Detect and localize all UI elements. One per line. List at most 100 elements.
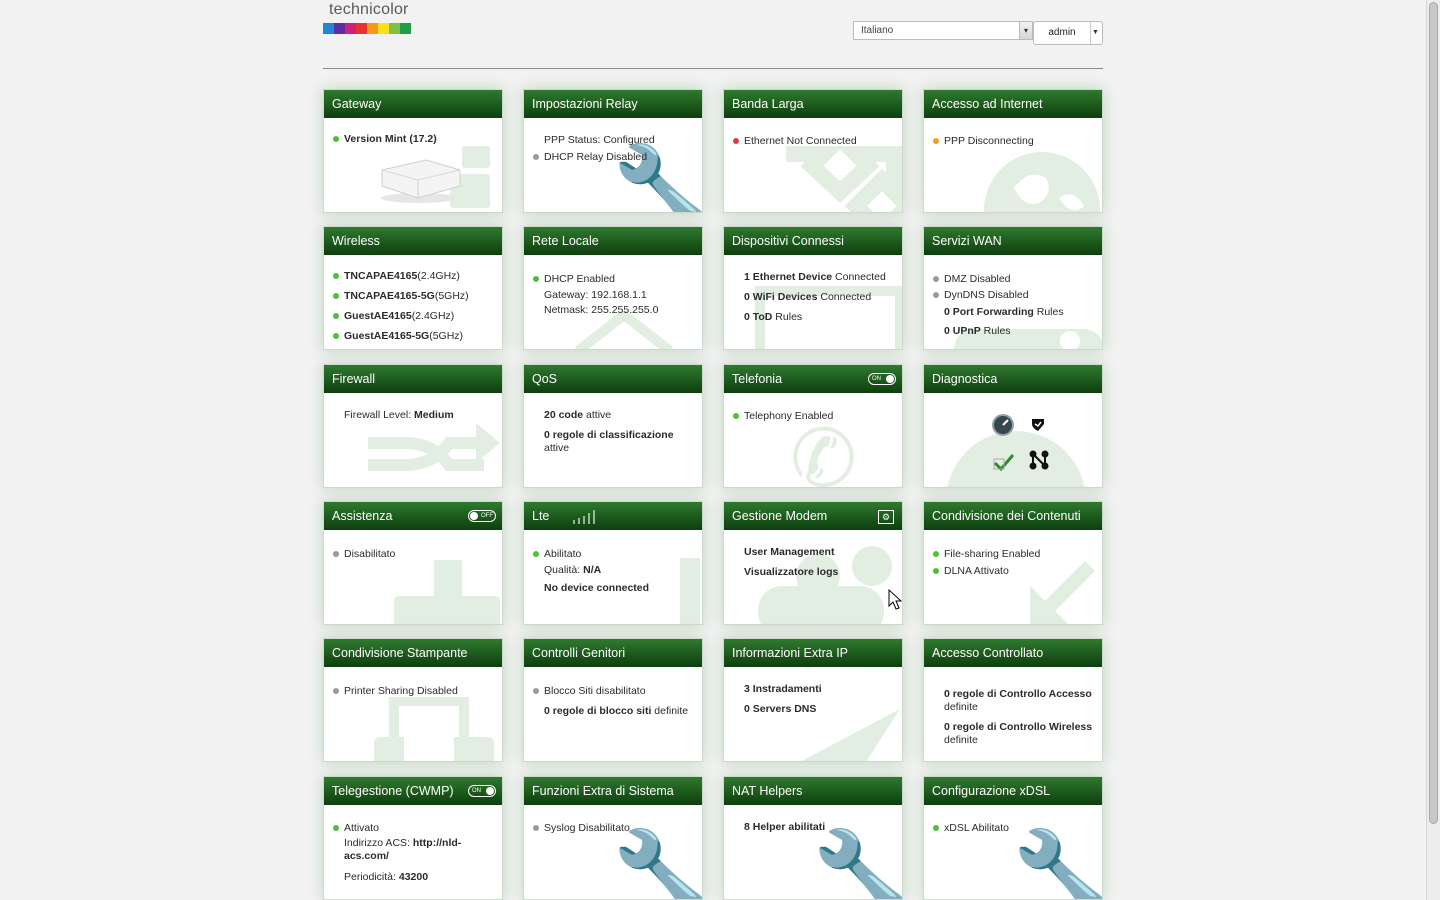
cwmp-periodicity: Periodicità: 43200	[344, 871, 429, 883]
settings-icon[interactable]: ⚙	[878, 510, 894, 524]
card-title[interactable]: Configurazione xDSL	[924, 777, 1102, 805]
telephony-status: Telephony Enabled	[732, 410, 834, 422]
port-forwarding-rules: 0 Port Forwarding Rules	[944, 306, 1064, 318]
card-gateway[interactable]: Gateway Version Mint (17.2)	[323, 89, 503, 213]
card-xdsl-config[interactable]: Configurazione xDSL 🔧 xDSL Abilitato	[923, 776, 1103, 900]
cwmp-toggle[interactable]: ON	[468, 785, 496, 797]
site-blocking-status: Blocco Siti disabilitato	[533, 685, 646, 697]
card-qos[interactable]: QoS 20 code attive 0 regole di classific…	[523, 364, 703, 488]
card-extra-ip-info[interactable]: Informazioni Extra IP 3 Instradamenti 0 …	[723, 638, 903, 762]
card-title[interactable]: Condivisione dei Contenuti	[924, 502, 1102, 530]
logo-text: technicolor	[329, 1, 409, 18]
router-image	[374, 156, 464, 209]
wireless-network-3: GuestAE4165(2.4GHz)	[332, 310, 455, 322]
card-title[interactable]: Gateway	[324, 90, 502, 118]
log-viewer-link[interactable]: Visualizzatore logs	[744, 566, 838, 578]
tod-rules: 0 ToD Rules	[744, 311, 803, 323]
arrows-watermark-icon	[784, 146, 902, 212]
user-menu-button[interactable]: admin ▼	[1033, 21, 1103, 45]
globe-watermark-icon	[984, 148, 1102, 212]
card-title[interactable]: Funzioni Extra di Sistema	[524, 777, 702, 805]
internet-status: PPP Disconnecting	[933, 135, 1034, 147]
card-cwmp[interactable]: Telegestione (CWMP) ON Attivato Indirizz…	[323, 776, 503, 900]
telephony-toggle[interactable]: ON	[868, 373, 896, 385]
card-local-network[interactable]: Rete Locale DHCP Enabled Gateway: 192.16…	[523, 226, 703, 350]
card-internet-access[interactable]: Accesso ad Internet PPP Disconnecting	[923, 89, 1103, 213]
card-title[interactable]: Diagnostica	[924, 365, 1102, 393]
card-lte[interactable]: Lte Abilitato Qualità: N/A No device con…	[523, 501, 703, 625]
card-title[interactable]: Impostazioni Relay	[524, 90, 702, 118]
mouse-cursor-icon	[888, 588, 903, 616]
syslog-status: Syslog Disabilitato	[533, 822, 630, 834]
file-sharing-status: File-sharing Enabled	[932, 548, 1041, 560]
qos-classification-active: attive	[544, 442, 570, 454]
card-title[interactable]: Dispositivi Connessi	[724, 227, 902, 255]
printer-sharing-status: Printer Sharing Disabled	[333, 685, 458, 697]
dyndns-status: DynDNS Disabled	[933, 289, 1029, 301]
access-control-rules: 0 regole di Controllo Accesso definite	[944, 688, 1092, 713]
card-content-sharing[interactable]: Condivisione dei Contenuti File-sharing …	[923, 501, 1103, 625]
card-parental-controls[interactable]: Controlli Genitori Blocco Siti disabilit…	[523, 638, 703, 762]
card-title[interactable]: Banda Larga	[724, 90, 902, 118]
scrollbar-thumb[interactable]	[1429, 2, 1438, 824]
chevron-down-icon[interactable]: ▾	[1019, 22, 1032, 39]
card-title[interactable]: Accesso ad Internet	[924, 90, 1102, 118]
shuffle-watermark-icon	[364, 413, 502, 487]
card-telephony[interactable]: Telefonia ON ✆ Telephony Enabled	[723, 364, 903, 488]
card-system-extras[interactable]: Funzioni Extra di Sistema 🔧 Syslog Disab…	[523, 776, 703, 900]
card-wireless[interactable]: Wireless TNCAPAE4165(2.4GHz) TNCAPAE4165…	[323, 226, 503, 350]
printer-watermark-icon	[374, 696, 502, 761]
signal-strength-icon	[572, 509, 600, 530]
card-title[interactable]: Accesso Controllato	[924, 639, 1102, 667]
card-access-control[interactable]: Accesso Controllato 0 regole di Controll…	[923, 638, 1103, 762]
language-select[interactable]: Italiano ▾	[853, 21, 1033, 40]
card-broadband[interactable]: Banda Larga Ethernet Not Connected	[723, 89, 903, 213]
house-watermark-icon	[574, 308, 674, 349]
card-relay-settings[interactable]: Impostazioni Relay 🔧 PPP Status: Configu…	[523, 89, 703, 213]
language-value: Italiano	[861, 25, 894, 36]
wrench-watermark-icon: 🔧	[612, 833, 702, 900]
caret-down-icon[interactable]: ▼	[1089, 22, 1102, 44]
ethernet-devices: 1 Ethernet Device Connected	[744, 271, 886, 283]
card-title[interactable]: Firewall	[324, 365, 502, 393]
card-firewall[interactable]: Firewall Firewall Level: Medium	[323, 364, 503, 488]
card-title[interactable]: QoS	[524, 365, 702, 393]
card-title[interactable]: Lte	[524, 502, 702, 530]
speedometer-icon[interactable]	[992, 414, 1014, 441]
card-wan-services[interactable]: Servizi WAN DMZ Disabled DynDNS Disabled…	[923, 226, 1103, 350]
wireless-network-1: TNCAPAE4165(2.4GHz)	[333, 270, 460, 282]
site-blocking-rules: 0 regole di blocco siti definite	[544, 705, 689, 717]
wifi-devices: 0 WiFi Devices Connected	[744, 291, 872, 303]
shield-icon[interactable]	[1030, 416, 1046, 437]
page-header: technicolor Italiano ▾ admin ▼	[323, 0, 1103, 69]
logo-color-bar	[323, 23, 411, 34]
card-title[interactable]: Rete Locale	[524, 227, 702, 255]
user-management-link[interactable]: User Management	[744, 546, 834, 558]
card-title[interactable]: Gestione Modem	[724, 502, 902, 530]
card-title[interactable]: Condivisione Stampante	[324, 639, 502, 667]
ppp-status: PPP Status: Configured	[544, 134, 655, 146]
wireless-control-rules: 0 regole di Controllo Wireless definite	[944, 721, 1093, 746]
card-title[interactable]: Informazioni Extra IP	[724, 639, 902, 667]
card-title[interactable]: Servizi WAN	[924, 227, 1102, 255]
upnp-rules: 0 UPnP Rules	[944, 325, 1011, 337]
card-diagnostics[interactable]: Diagnostica	[923, 364, 1103, 488]
card-connected-devices[interactable]: Dispositivi Connessi 1 Ethernet Device C…	[723, 226, 903, 350]
card-modem-management[interactable]: Gestione Modem ⚙ User Management Visuali…	[723, 501, 903, 625]
page-scrollbar[interactable]	[1426, 0, 1440, 900]
firewall-level: Firewall Level: Medium	[344, 409, 454, 421]
user-name[interactable]: admin	[1034, 22, 1091, 44]
card-title[interactable]: NAT Helpers	[724, 777, 902, 805]
checkmark-test-icon[interactable]	[992, 451, 1016, 478]
card-printer-sharing[interactable]: Condivisione Stampante Printer Sharing D…	[323, 638, 503, 762]
card-nat-helpers[interactable]: NAT Helpers 🔧 8 Helper abilitati	[723, 776, 903, 900]
network-icon[interactable]	[1028, 449, 1050, 476]
card-assistance[interactable]: Assistenza OFF Disabilitato	[323, 501, 503, 625]
lan-gateway: Gateway: 192.168.1.1	[544, 289, 647, 301]
card-title[interactable]: Wireless	[324, 227, 502, 255]
lte-status: Abilitato	[532, 548, 582, 560]
assistance-toggle[interactable]: OFF	[468, 510, 496, 522]
card-title[interactable]: Controlli Genitori	[524, 639, 702, 667]
dlna-status: DLNA Attivato	[933, 565, 1009, 577]
phone-watermark-icon: ✆	[790, 412, 858, 488]
